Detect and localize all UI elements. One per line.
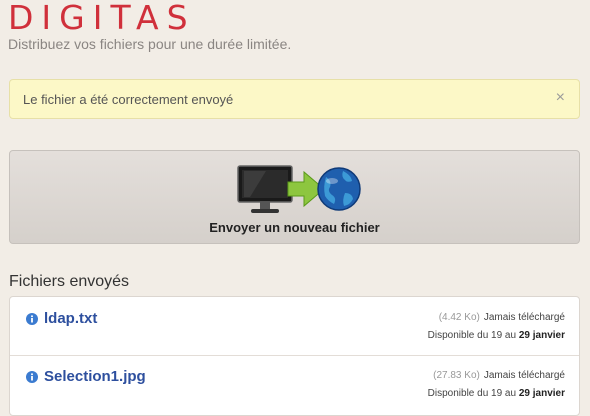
upload-label: Envoyer un nouveau fichier [209,220,380,235]
file-status: (27.83 Ko) Jamais téléchargé [433,370,565,381]
tagline: Distribuez vos fichiers pour une durée l… [8,36,292,52]
download-status: Jamais téléchargé [483,312,565,323]
info-icon[interactable] [26,371,38,383]
file-name-link[interactable]: ldap.txt [44,310,97,327]
availability-prefix: Disponible du 19 au [427,330,517,341]
availability-end-date: 29 janvier [518,330,565,341]
globe-icon [317,167,361,211]
success-alert: Le fichier a été correctement envoyé × [9,79,580,119]
upload-new-file-button[interactable]: Envoyer un nouveau fichier [9,150,580,244]
file-size: (27.83 Ko) [433,370,480,381]
info-icon[interactable] [26,313,38,325]
upload-illustration [237,165,361,213]
file-name-link[interactable]: Selection1.jpg [44,368,146,385]
files-section-title: Fichiers envoyés [9,273,130,290]
close-icon[interactable]: × [556,89,565,107]
file-list: ldap.txt (4.42 Ko) Jamais téléchargé Disp… [9,296,580,416]
file-availability: Disponible du 19 au 29 janvier [428,330,565,341]
file-item: ldap.txt (4.42 Ko) Jamais téléchargé Disp… [10,297,579,356]
file-size: (4.42 Ko) [438,312,480,323]
download-status: Jamais téléchargé [483,370,565,381]
alert-message: Le fichier a été correctement envoyé [23,92,234,107]
file-item: Selection1.jpg (27.83 Ko) Jamais téléchar… [10,355,579,413]
logo: DIGITAS [8,0,196,37]
file-availability: Disponible du 19 au 29 janvier [428,388,565,399]
availability-end-date: 29 janvier [518,388,565,399]
file-status: (4.42 Ko) Jamais téléchargé [439,312,565,323]
availability-prefix: Disponible du 19 au [427,388,517,399]
monitor-icon [237,165,293,213]
